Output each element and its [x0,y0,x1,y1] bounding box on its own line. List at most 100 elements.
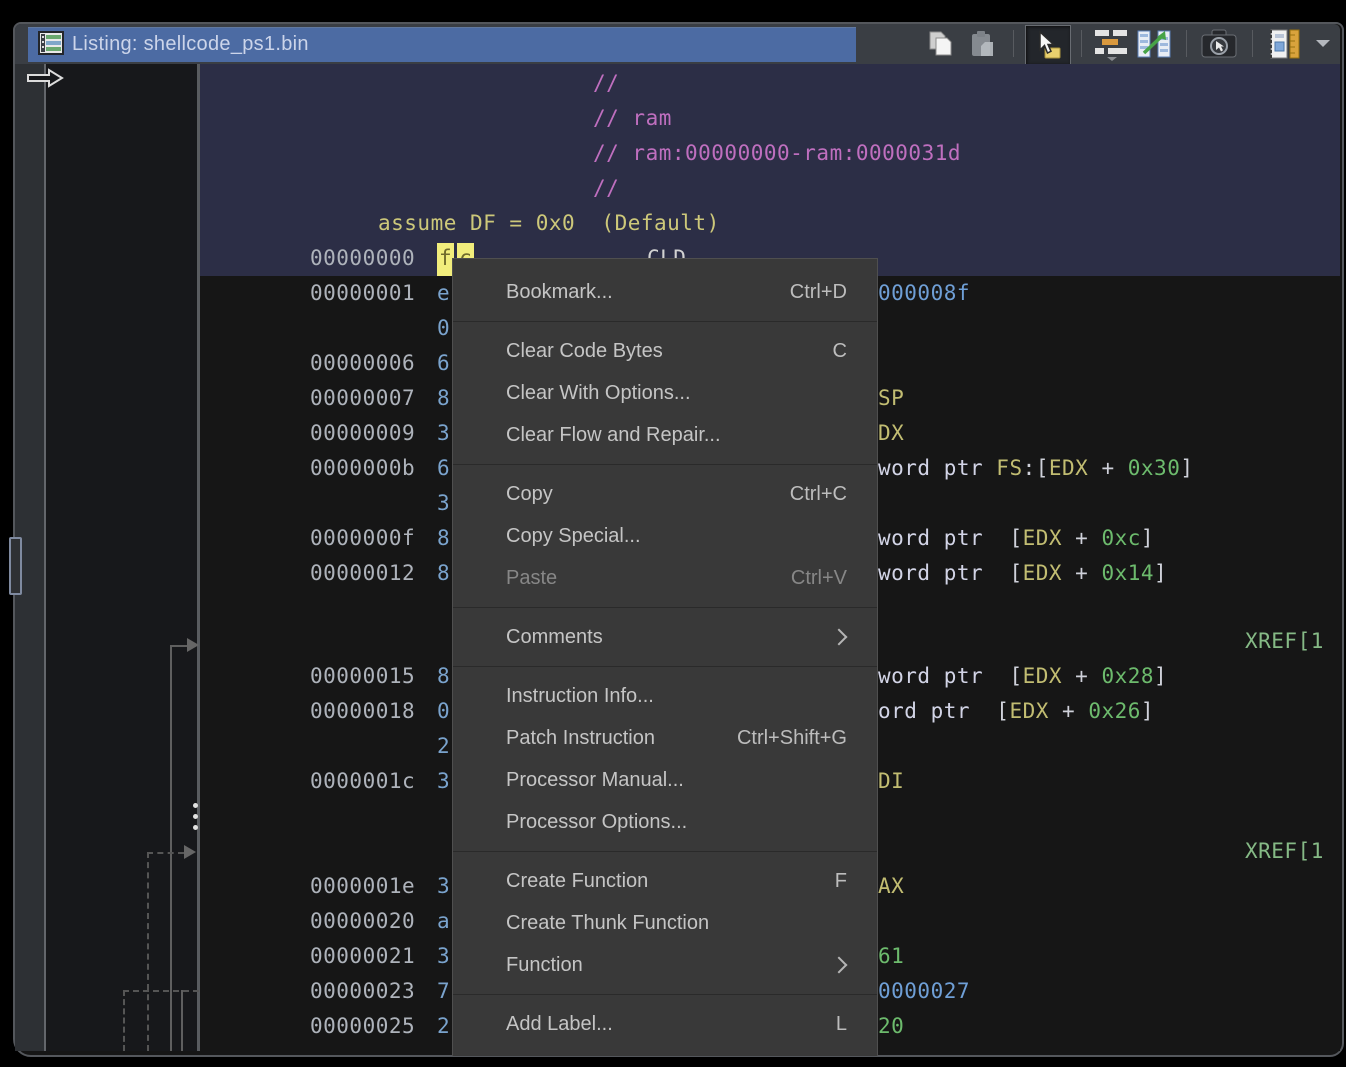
listing-cell: 6 [437,451,450,486]
token-pln: + [1088,456,1127,480]
token-byte: 6 [437,351,450,375]
token-byte: 0 [437,316,450,340]
token-num: 0x14 [1101,561,1154,585]
token-ptr: word ptr [878,561,996,585]
listing-cell: 0 [437,311,450,346]
menu-item-processor-options[interactable]: Processor Options... [453,801,877,843]
listing-cell: 0 [437,694,450,729]
listing-cell: XREF[1 [1245,834,1324,869]
menu-item-label: Clear With Options... [506,382,691,405]
listing-cell: // ram [593,101,672,136]
token-addr: 00000006 [310,351,415,375]
token-num: 0x26 [1088,699,1141,723]
token-xref: XREF[1 [1245,839,1324,863]
token-addr: 0000001c [310,769,415,793]
token-byte: 3 [437,421,450,445]
token-cmt: // [593,176,619,200]
token-ptr: word ptr [878,526,996,550]
token-num: 20 [878,1014,904,1038]
listing-row[interactable]: // ram:00000000-ram:0000031d [0,136,1346,171]
token-addr: 00000000 [310,246,415,270]
listing-cell: DI [878,764,904,799]
menu-item-create-thunk-function[interactable]: Create Thunk Function [453,902,877,944]
menu-item-create-function[interactable]: Create FunctionF [453,860,877,902]
listing-cell: 00000006 [310,346,415,381]
listing-cell: 3 [437,869,450,904]
listing-cell: a [437,904,450,939]
menu-item-paste: PasteCtrl+V [453,557,877,599]
listing-cell: 00000018 [310,694,415,729]
screen: Listing: shellcode_ps1.bin [0,0,1346,1067]
listing-cell: 00000021 [310,939,415,974]
menu-item-copy[interactable]: CopyCtrl+C [453,473,877,515]
menu-item-shortcut: Ctrl+D [790,281,847,304]
token-byte: 8 [437,664,450,688]
listing-cell: 2 [437,729,450,764]
token-cmt: // [593,71,619,95]
listing-row[interactable]: // [0,66,1346,101]
listing-cell: 8 [437,521,450,556]
listing-row[interactable]: // ram [0,101,1346,136]
listing-cell: DX [878,416,904,451]
listing-row[interactable]: assume DF = 0x0 (Default) [0,206,1346,241]
menu-item-label: Clear Code Bytes [506,340,663,363]
token-reg: DX [878,421,904,445]
menu-separator [453,994,877,995]
listing-cell: 00000023 [310,974,415,1009]
menu-separator [453,851,877,852]
menu-item-label: Processor Options... [506,811,687,834]
token-reg: EDX [1023,526,1062,550]
menu-item-processor-manual[interactable]: Processor Manual... [453,759,877,801]
token-ptr: ord ptr [878,699,983,723]
menu-item-add-label[interactable]: Add Label... L [453,1003,877,1045]
token-num: 0xc [1101,526,1140,550]
listing-cell: 00000001 [310,276,415,311]
menu-item-clear-code-bytes[interactable]: Clear Code BytesC [453,330,877,372]
menu-item-label: Add Label... [506,1013,613,1036]
token-byte: 7 [437,979,450,1003]
token-num: 0x30 [1128,456,1181,480]
listing-cell: word ptr [EDX + 0xc] [878,521,1154,556]
token-byte: 2 [437,734,450,758]
menu-item-label: Instruction Info... [506,685,654,708]
token-pln: ] [1154,561,1167,585]
token-byte: 8 [437,386,450,410]
menu-item-shortcut: L [836,1013,847,1036]
listing-cell: 61 [878,939,904,974]
token-reg: AX [878,874,904,898]
listing-cell: word ptr [EDX + 0x28] [878,659,1167,694]
menu-item-label: Clear Flow and Repair... [506,424,721,447]
token-byte: 3 [437,874,450,898]
menu-item-copy-special[interactable]: Copy Special... [453,515,877,557]
menu-item-function[interactable]: Function [453,944,877,986]
token-byte: 0 [437,699,450,723]
token-byte: 8 [437,561,450,585]
listing-cell: 2 [437,1009,450,1044]
token-addr: 00000018 [310,699,415,723]
token-byte: 3 [437,769,450,793]
listing-row[interactable]: // [0,171,1346,206]
listing-cell: 00000009 [310,416,415,451]
token-addr: 00000020 [310,909,415,933]
token-addr: 00000001 [310,281,415,305]
token-xref: XREF[1 [1245,629,1324,653]
token-reg: EDX [1009,699,1048,723]
menu-item-clear-with-options[interactable]: Clear With Options... [453,372,877,414]
token-byte: 3 [437,944,450,968]
token-byte: 6 [437,456,450,480]
menu-item-clear-flow-and-repair[interactable]: Clear Flow and Repair... [453,414,877,456]
menu-separator [453,607,877,608]
listing-cell: 3 [437,486,450,521]
token-reg: SP [878,386,904,410]
listing-cell: 8 [437,659,450,694]
token-num: 61 [878,944,904,968]
menu-item-instruction-info[interactable]: Instruction Info... [453,675,877,717]
listing-cell: 3 [437,939,450,974]
menu-item-patch-instruction[interactable]: Patch InstructionCtrl+Shift+G [453,717,877,759]
token-cmt: // ram [593,106,672,130]
menu-item-label: Comments [506,626,603,649]
listing-cell: 00000000 [310,241,415,276]
menu-item-comments[interactable]: Comments [453,616,877,658]
menu-item-bookmark[interactable]: Bookmark...Ctrl+D [453,271,877,313]
listing-cell: 0000000f [310,521,415,556]
